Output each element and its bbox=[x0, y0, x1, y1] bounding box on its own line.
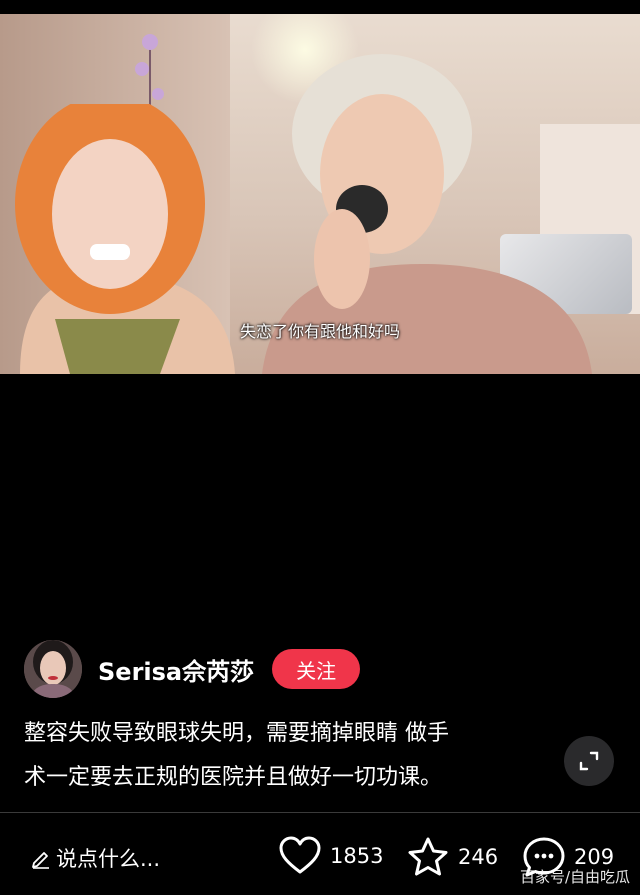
caption-line-2: 术一定要去正规的医院并且做好一切功课。 bbox=[24, 765, 443, 790]
like-button[interactable]: 1853 bbox=[278, 836, 383, 876]
expand-icon bbox=[579, 751, 599, 771]
favorite-button[interactable]: 246 bbox=[406, 836, 498, 878]
divider bbox=[0, 812, 640, 813]
star-icon bbox=[408, 837, 448, 876]
comment-input[interactable]: 说点什么... bbox=[30, 843, 160, 873]
comment-placeholder: 说点什么... bbox=[56, 847, 161, 871]
follow-button[interactable]: 关注 bbox=[272, 649, 361, 689]
caption-line-1: 整容失败导致眼球失明，需要摘掉眼睛 做手 bbox=[24, 721, 449, 746]
video-player[interactable]: 失恋了你有跟他和好吗 bbox=[0, 14, 640, 374]
video-subtitle: 失恋了你有跟他和好吗 bbox=[239, 322, 400, 341]
pencil-icon bbox=[32, 852, 49, 869]
like-count: 1853 bbox=[330, 844, 384, 868]
favorite-count: 246 bbox=[458, 845, 499, 869]
expand-button[interactable] bbox=[564, 736, 614, 786]
author-row: Serisa佘芮莎 关注 bbox=[24, 640, 361, 698]
avatar-image bbox=[24, 640, 82, 698]
post-caption: 整容失败导致眼球失明，需要摘掉眼睛 做手 术一定要去正规的医院并且做好一切功课。 bbox=[24, 712, 544, 800]
watermark: 百家号/自由吃瓜 bbox=[519, 868, 630, 886]
heart-icon bbox=[279, 836, 321, 874]
avatar[interactable] bbox=[24, 640, 82, 698]
author-name[interactable]: Serisa佘芮莎 bbox=[98, 652, 254, 687]
